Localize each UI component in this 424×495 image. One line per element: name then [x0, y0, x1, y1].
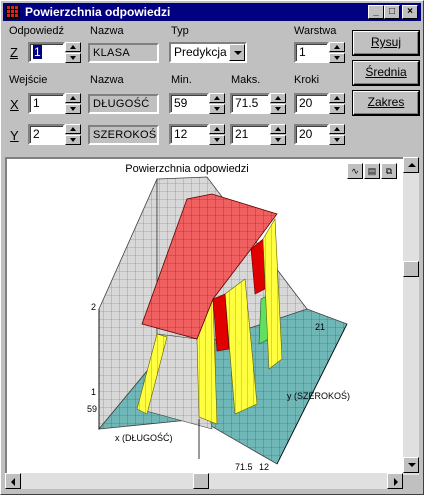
x-max-spinner[interactable]	[270, 93, 286, 114]
z-tick-top: 2	[91, 302, 97, 312]
x-axis-title: x (DŁUGOŚĆ)	[115, 433, 173, 443]
surface-plot	[98, 176, 348, 465]
wejscie-label: Wejście	[9, 74, 48, 86]
draw-button[interactable]: Rysuj	[353, 31, 419, 55]
y-max-spinner[interactable]	[270, 124, 286, 145]
y-tick-max: 21	[315, 322, 326, 332]
y-steps-spinner[interactable]	[329, 124, 345, 145]
type-select[interactable]: Predykcja	[169, 42, 247, 63]
y-name-display: SZEROKOŚ	[88, 125, 159, 145]
y-axis-label: Y	[10, 128, 19, 143]
x-axis-label: X	[10, 97, 19, 112]
x-name-display: DŁUGOŚĆ	[88, 94, 159, 114]
vertical-scrollbar[interactable]	[403, 157, 419, 475]
y-max-field[interactable]: 21	[230, 124, 270, 145]
y-tick-min: 12	[259, 462, 270, 472]
x-input-spinner[interactable]	[65, 93, 81, 114]
y-axis-title: y (SZEROKOŚ)	[287, 391, 351, 401]
maks-label: Maks.	[231, 74, 261, 86]
z-spinner[interactable]	[65, 42, 81, 63]
x-tick-min: 59	[87, 404, 98, 414]
horizontal-scroll-thumb[interactable]	[193, 473, 209, 489]
y-input-spinner[interactable]	[65, 124, 81, 145]
x-input-field[interactable]: 1	[28, 93, 65, 114]
z-name-display: KLASA	[88, 43, 159, 63]
warstwa-label: Warstwa	[294, 25, 337, 37]
typ-label: Typ	[171, 25, 189, 37]
maximize-button[interactable]: □	[384, 5, 400, 19]
title-bar[interactable]: Powierzchnia odpowiedzi _ □ ×	[3, 3, 421, 21]
x-min-field[interactable]: 59	[169, 93, 209, 114]
z-axis-label: Z	[10, 45, 18, 60]
horizontal-scrollbar[interactable]	[5, 473, 403, 489]
kroki-label: Kroki	[294, 74, 320, 86]
inputs-nazwa-label: Nazwa	[90, 74, 124, 86]
scroll-up-icon[interactable]	[403, 157, 419, 173]
window-title: Powierzchnia odpowiedzi	[25, 5, 171, 19]
scroll-right-icon[interactable]	[387, 473, 403, 489]
scroll-down-icon[interactable]	[403, 457, 419, 473]
layer-spinner[interactable]	[329, 42, 345, 63]
x-steps-spinner[interactable]	[329, 93, 345, 114]
average-button[interactable]: Średnia	[353, 61, 419, 85]
nazwa-label: Nazwa	[90, 25, 124, 37]
z-tick-bottom: 1	[91, 387, 97, 397]
y-steps-field[interactable]: 20	[294, 124, 329, 145]
x-max-field[interactable]: 71.5	[230, 93, 270, 114]
layer-field[interactable]: 1	[294, 42, 329, 63]
odpowiedz-label: Odpowiedź	[9, 25, 65, 37]
minimize-button[interactable]: _	[368, 5, 384, 19]
z-response-field[interactable]: 1	[28, 42, 65, 63]
min-label: Min.	[171, 74, 192, 86]
close-button[interactable]: ×	[402, 5, 418, 19]
x-min-spinner[interactable]	[209, 93, 225, 114]
vertical-scroll-thumb[interactable]	[403, 261, 419, 277]
chart-panel[interactable]: Powierzchnia odpowiedzi ∿ ▤ ⧉ 2 1 59 x (…	[5, 157, 405, 475]
y-min-field[interactable]: 12	[169, 124, 209, 145]
main-window: Powierzchnia odpowiedzi _ □ × Odpowiedź …	[0, 0, 424, 495]
app-grid-icon	[6, 5, 20, 19]
y-min-spinner[interactable]	[209, 124, 225, 145]
y-input-field[interactable]: 2	[28, 124, 65, 145]
x-tick-max: 71.5	[235, 462, 253, 472]
scroll-left-icon[interactable]	[5, 473, 21, 489]
x-steps-field[interactable]: 20	[294, 93, 329, 114]
chevron-down-icon[interactable]	[229, 44, 245, 61]
range-button[interactable]: Zakres	[353, 91, 419, 115]
